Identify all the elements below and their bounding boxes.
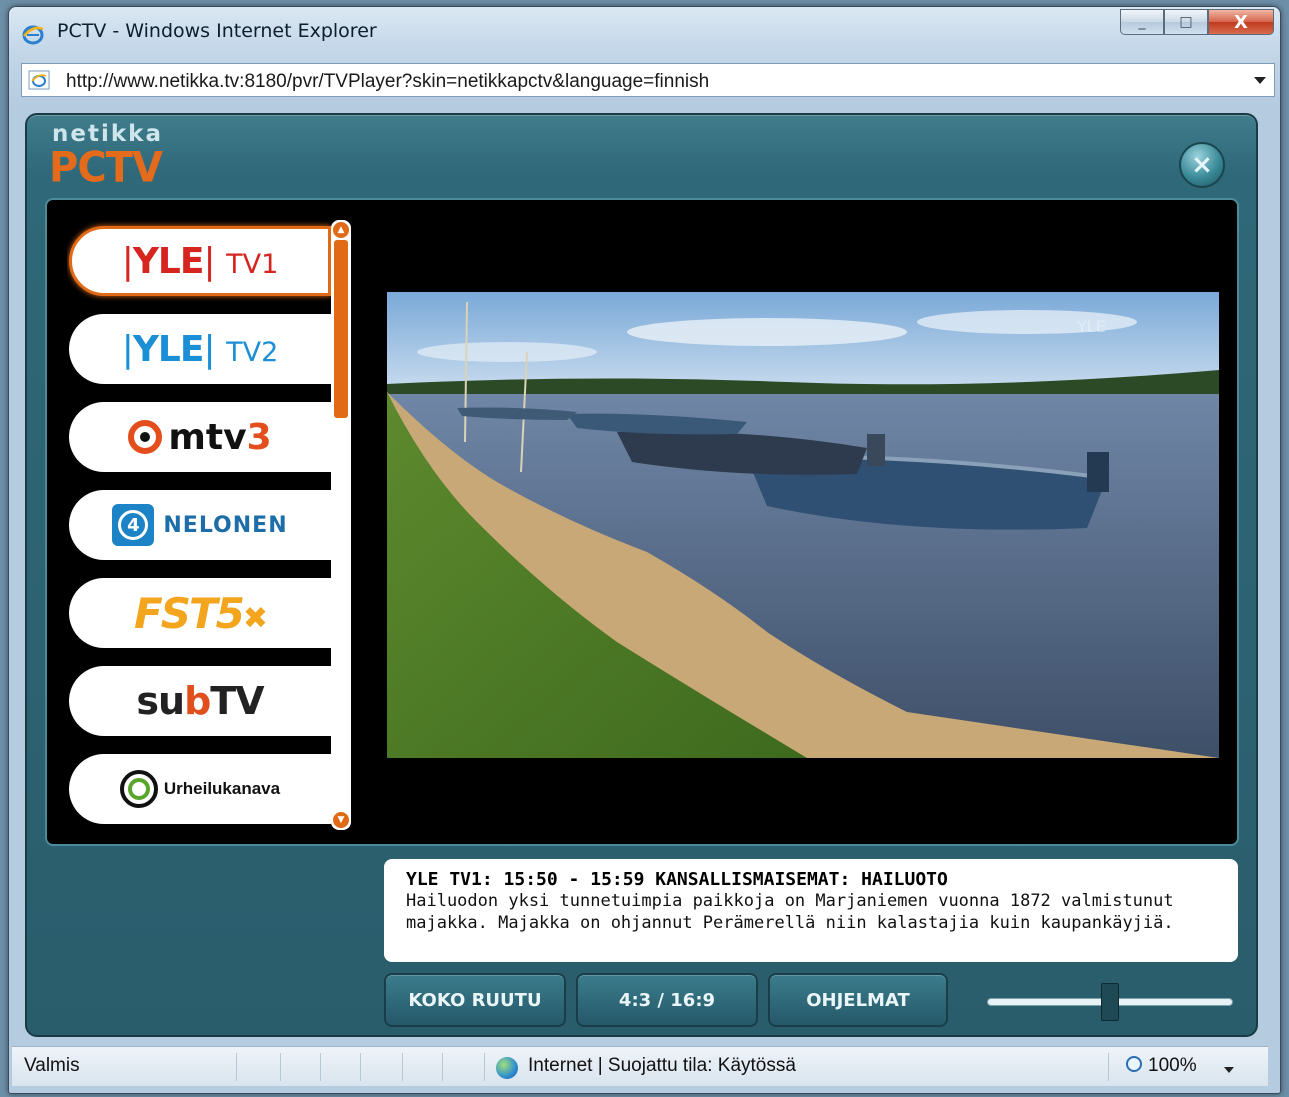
fst5-logo: FST5✖	[134, 588, 268, 638]
security-zone[interactable]: Internet | Suojattu tila: Käytössä	[528, 1055, 796, 1077]
program-info: YLE TV1: 15:50 - 15:59 KANSALLISMAISEMAT…	[384, 859, 1238, 962]
zoom-icon[interactable]	[1126, 1056, 1142, 1072]
fullscreen-button[interactable]: KOKO RUUTU	[384, 973, 566, 1027]
pctv-player: netikka PCTV × |YLE| TV1 |YLE| TV2 mtv3	[25, 113, 1258, 1037]
title-bar: PCTV - Windows Internet Explorer _ □ X	[9, 7, 1280, 59]
channel-urheilukanava[interactable]: Urheilukanava	[69, 754, 331, 824]
address-bar[interactable]: http://www.netikka.tv:8180/pvr/TVPlayer?…	[21, 63, 1275, 97]
maximize-button[interactable]: □	[1164, 9, 1208, 35]
status-text: Valmis	[24, 1055, 80, 1076]
channel-list: |YLE| TV1 |YLE| TV2 mtv3 4 NELONEN FST5✖…	[67, 220, 331, 828]
status-divider	[442, 1053, 443, 1081]
yle-tv1-logo: |YLE| TV1	[121, 240, 279, 282]
tv-screen: |YLE| TV1 |YLE| TV2 mtv3 4 NELONEN FST5✖…	[45, 198, 1239, 846]
channel-scrollbar[interactable]: ▲ ▼	[331, 220, 351, 830]
status-divider	[402, 1053, 403, 1081]
subtv-logo: subTV	[136, 679, 264, 723]
mtv3-logo: mtv3	[128, 417, 272, 458]
yle-tv2-logo: |YLE| TV2	[121, 328, 279, 370]
status-divider	[360, 1053, 361, 1081]
volume-slider-thumb[interactable]	[1101, 983, 1119, 1021]
status-divider	[320, 1053, 321, 1081]
program-title: YLE TV1: 15:50 - 15:59 KANSALLISMAISEMAT…	[406, 869, 948, 890]
urheilukanava-logo: Urheilukanava	[119, 770, 280, 808]
status-divider	[236, 1053, 237, 1081]
channel-nelonen[interactable]: 4 NELONEN	[69, 490, 331, 560]
status-divider	[1108, 1053, 1109, 1081]
ie-icon	[22, 25, 44, 45]
address-dropdown-icon[interactable]	[1254, 77, 1266, 84]
status-divider	[484, 1053, 485, 1081]
address-url: http://www.netikka.tv:8180/pvr/TVPlayer?…	[66, 71, 710, 92]
zoom-dropdown-icon[interactable]	[1224, 1067, 1234, 1073]
program-description-line1: Hailuodon yksi tunnetuimpia paikkoja on …	[406, 891, 1174, 911]
video-frame[interactable]: YLE	[387, 292, 1219, 758]
status-divider	[280, 1053, 281, 1081]
scroll-up-icon[interactable]: ▲	[333, 222, 349, 238]
close-window-button[interactable]: X	[1208, 9, 1274, 35]
mtv3-circle-icon	[128, 420, 163, 454]
status-bar: Valmis Internet | Suojattu tila: Käytöss…	[12, 1046, 1268, 1086]
nelonen-four-icon: 4	[112, 504, 155, 546]
channel-yle-tv2[interactable]: |YLE| TV2	[69, 314, 331, 384]
urheilukanava-ring-icon	[119, 770, 158, 808]
logo-pctv: PCTV	[49, 143, 163, 193]
channel-subtv[interactable]: subTV	[69, 666, 331, 736]
scroll-thumb[interactable]	[334, 240, 348, 418]
channel-yle-tv1[interactable]: |YLE| TV1	[69, 226, 331, 296]
channel-fst5[interactable]: FST5✖	[69, 578, 331, 648]
svg-text:YLE: YLE	[1076, 317, 1106, 336]
scroll-down-icon[interactable]: ▼	[333, 812, 349, 828]
channel-mtv3[interactable]: mtv3	[69, 402, 331, 472]
zoom-level[interactable]: 100%	[1148, 1055, 1197, 1077]
program-description-line2: majakka. Majakka on ohjannut Perämerellä…	[406, 913, 1174, 933]
nelonen-logo: 4 NELONEN	[112, 504, 287, 546]
minimize-button[interactable]: _	[1120, 9, 1164, 35]
window-title: PCTV - Windows Internet Explorer	[57, 20, 377, 42]
window-controls: _ □ X	[1120, 9, 1274, 35]
player-close-button[interactable]: ×	[1179, 142, 1225, 188]
programs-button[interactable]: OHJELMAT	[768, 973, 948, 1027]
globe-icon	[496, 1057, 518, 1079]
page-icon	[28, 70, 50, 90]
video-image: YLE	[387, 292, 1219, 758]
aspect-ratio-button[interactable]: 4:3 / 16:9	[576, 973, 758, 1027]
